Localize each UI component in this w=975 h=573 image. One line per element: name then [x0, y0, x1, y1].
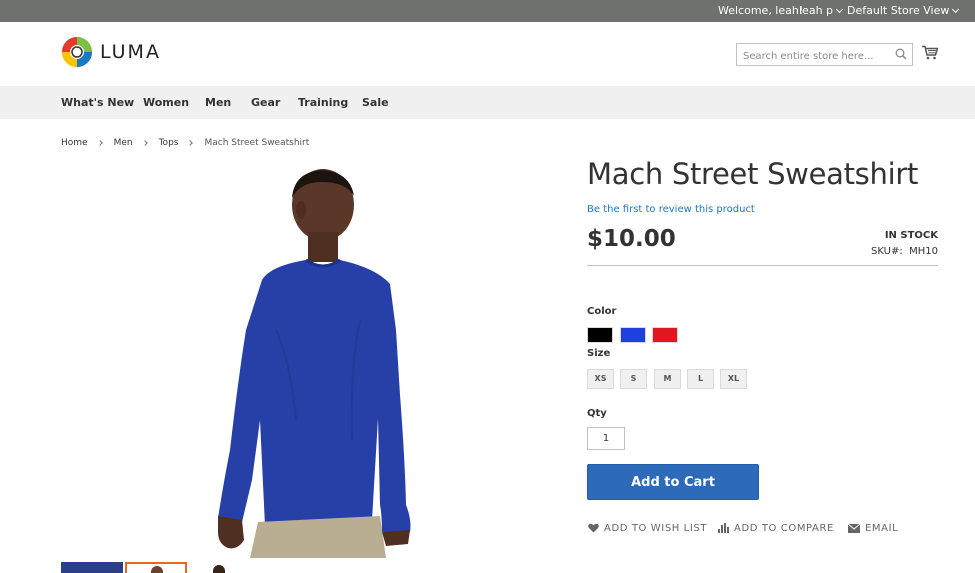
size-option-l[interactable]: L [687, 369, 714, 389]
logo[interactable]: LUMA [61, 36, 161, 68]
color-label: Color [587, 306, 617, 317]
size-option-s[interactable]: S [620, 369, 647, 389]
stock-status: IN STOCK [884, 230, 938, 241]
thumbnail-strip [61, 562, 241, 573]
qty-label: Qty [587, 408, 607, 419]
add-to-compare-label: ADD TO COMPARE [734, 522, 834, 534]
product-main-image[interactable] [200, 160, 440, 558]
qty-input[interactable] [587, 427, 625, 450]
thumbnail-image[interactable] [125, 562, 187, 573]
search-icon[interactable] [895, 48, 907, 60]
divider [587, 265, 938, 266]
thumbnail-image[interactable] [213, 562, 227, 573]
breadcrumb: Home Men Tops Mach Street Sweatshirt [61, 136, 309, 150]
add-to-cart-button[interactable]: Add to Cart [587, 464, 759, 500]
logo-text: LUMA [100, 41, 161, 63]
chevron-right-icon [96, 140, 103, 146]
sku-value: MH10 [909, 246, 938, 257]
add-to-wishlist-link[interactable]: ADD TO WISH LIST [588, 521, 707, 535]
size-option-xs[interactable]: XS [587, 369, 614, 389]
size-label: Size [587, 348, 611, 359]
email-link[interactable]: EMAIL [848, 521, 898, 535]
sku-label: SKU#: [871, 246, 903, 257]
search-input[interactable] [737, 46, 887, 67]
color-swatch-red[interactable] [652, 327, 678, 343]
breadcrumb-tops[interactable]: Tops [159, 138, 179, 148]
size-option-m[interactable]: M [654, 369, 681, 389]
nav-item-men[interactable]: Men [205, 86, 231, 119]
chevron-down-icon [952, 5, 960, 14]
account-menu[interactable]: leah p [799, 0, 844, 22]
chevron-right-icon [141, 140, 148, 146]
product-sku: SKU#: MH10 [871, 246, 938, 257]
top-bar: Welcome, leah! leah p Default Store View [0, 0, 975, 22]
main-navigation: What's New Women Men Gear Training Sale [0, 86, 975, 119]
chevron-down-icon [835, 5, 844, 14]
store-view-label: Default Store View [847, 4, 950, 17]
thumbnail-image[interactable] [61, 562, 123, 573]
search-box [736, 43, 913, 67]
heart-icon [588, 523, 599, 533]
store-view-switcher[interactable]: Default Store View [847, 0, 960, 22]
account-name: leah p [799, 4, 834, 17]
product-price: $10.00 [587, 226, 676, 252]
add-to-compare-link[interactable]: ADD TO COMPARE [718, 521, 834, 535]
review-link[interactable]: Be the first to review this product [587, 204, 755, 215]
cart-icon[interactable] [922, 45, 938, 60]
luma-logo-icon [62, 37, 92, 67]
size-option-xl[interactable]: XL [720, 369, 747, 389]
bar-chart-icon [718, 523, 729, 533]
breadcrumb-current: Mach Street Sweatshirt [204, 138, 310, 148]
product-title: Mach Street Sweatshirt [587, 157, 919, 191]
add-to-wishlist-label: ADD TO WISH LIST [604, 522, 708, 534]
email-label: EMAIL [865, 522, 899, 534]
nav-item-sale[interactable]: Sale [362, 86, 389, 119]
envelope-icon [848, 523, 860, 533]
chevron-right-icon [187, 140, 194, 146]
color-swatch-blue[interactable] [620, 327, 646, 343]
breadcrumb-home[interactable]: Home [61, 138, 88, 148]
nav-item-whats-new[interactable]: What's New [61, 86, 134, 119]
nav-item-women[interactable]: Women [143, 86, 189, 119]
welcome-message: Welcome, leah! [718, 4, 804, 17]
header: LUMA [0, 22, 975, 86]
color-swatch-black[interactable] [587, 327, 613, 343]
nav-item-training[interactable]: Training [298, 86, 348, 119]
nav-item-gear[interactable]: Gear [251, 86, 280, 119]
breadcrumb-men[interactable]: Men [114, 138, 133, 148]
